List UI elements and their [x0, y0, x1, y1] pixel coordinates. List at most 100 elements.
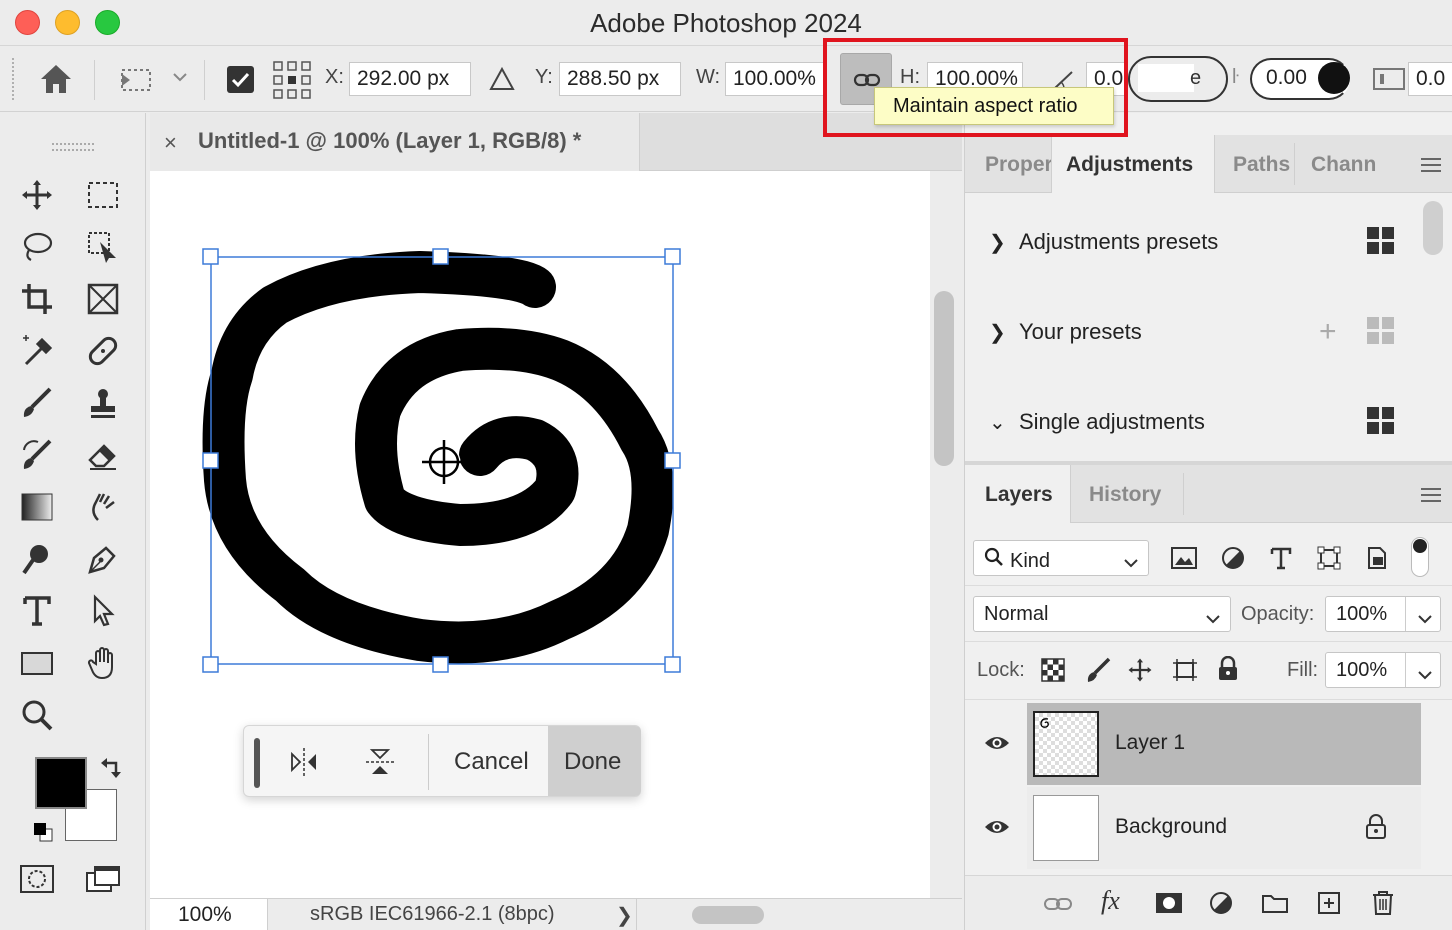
tab-layers[interactable]: Layers	[965, 465, 1071, 523]
shape-layer-filter-icon[interactable]	[1317, 546, 1341, 575]
tab-channels[interactable]: Chann	[1311, 153, 1376, 177]
chevron-down-icon[interactable]	[1418, 607, 1432, 630]
opacity-field[interactable]: 100%	[1325, 596, 1441, 632]
zoom-field[interactable]: 100%	[150, 899, 268, 930]
pen-tool-icon[interactable]	[80, 537, 126, 581]
foreground-color-swatch[interactable]	[35, 757, 87, 809]
zoom-tool-icon[interactable]	[14, 693, 60, 737]
width-field[interactable]: 100.00%	[725, 62, 826, 96]
color-profile-info[interactable]: sRGB IEC61966-2.1 (8bpc)	[310, 903, 555, 926]
your-presets-row[interactable]: ❯ Your presets	[989, 319, 1142, 345]
rectangle-tool-icon[interactable]	[14, 641, 60, 685]
move-tool-icon[interactable]	[14, 173, 60, 217]
eye-icon[interactable]	[983, 817, 1011, 842]
link-layers-icon[interactable]	[1043, 894, 1075, 919]
options-grip[interactable]	[12, 58, 15, 100]
grid-view-icon[interactable]	[1367, 317, 1395, 350]
type-tool-icon[interactable]	[14, 589, 60, 633]
lock-icon[interactable]	[1365, 814, 1387, 845]
screen-mode-icon[interactable]	[80, 857, 126, 901]
v-skew-field[interactable]: 0.0	[1408, 62, 1452, 96]
fill-field[interactable]: 100%	[1325, 652, 1441, 688]
grid-view-icon[interactable]	[1367, 227, 1395, 260]
horizontal-scroll-thumb[interactable]	[692, 906, 764, 924]
lock-image-pixels-icon[interactable]	[1085, 657, 1111, 688]
flip-horizontal-icon[interactable]	[288, 746, 320, 783]
chevron-down-icon[interactable]	[1418, 663, 1432, 686]
cancel-button[interactable]: Cancel	[454, 748, 529, 776]
eye-icon[interactable]	[983, 733, 1011, 758]
relative-position-icon[interactable]	[489, 66, 515, 97]
marquee-tool-icon[interactable]	[80, 173, 126, 217]
new-group-icon[interactable]	[1261, 892, 1289, 919]
healing-brush-tool-icon[interactable]	[80, 329, 126, 373]
eyedropper-tool-icon[interactable]	[14, 329, 60, 373]
add-mask-icon[interactable]	[1155, 892, 1183, 919]
interpolation-dropdown[interactable]: e	[1128, 56, 1228, 102]
brush-tool-icon[interactable]	[14, 381, 60, 425]
filter-toggle[interactable]	[1411, 537, 1429, 577]
default-colors-icon[interactable]	[32, 821, 54, 848]
eraser-tool-icon[interactable]	[80, 433, 126, 477]
x-position-field[interactable]: 292.00 px	[349, 62, 471, 96]
lock-artboard-icon[interactable]	[1171, 657, 1199, 688]
quick-mask-icon[interactable]	[14, 857, 60, 901]
document-tab-bar: × Untitled-1 @ 100% (Layer 1, RGB/8) *	[150, 113, 962, 171]
clone-stamp-tool-icon[interactable]	[80, 381, 126, 425]
smart-object-filter-icon[interactable]	[1365, 546, 1389, 575]
single-adjustments-row[interactable]: ⌄ Single adjustments	[989, 409, 1205, 435]
new-adjustment-layer-icon[interactable]	[1209, 891, 1233, 920]
status-menu-chevron-icon[interactable]: ❯	[616, 903, 633, 928]
tab-properties[interactable]: Proper	[985, 153, 1053, 177]
swap-colors-icon[interactable]	[100, 755, 124, 784]
fx-icon[interactable]: fx	[1101, 886, 1120, 916]
path-selection-tool-icon[interactable]	[80, 589, 126, 633]
document-tab[interactable]: × Untitled-1 @ 100% (Layer 1, RGB/8) *	[150, 113, 640, 171]
chevron-down-icon[interactable]	[172, 70, 188, 88]
close-tab-icon[interactable]: ×	[164, 130, 177, 156]
layer-row-background[interactable]: Background	[965, 787, 1421, 869]
add-preset-icon[interactable]: +	[1319, 315, 1337, 349]
filter-kind-dropdown[interactable]: Kind	[973, 540, 1149, 576]
hand-tool-icon[interactable]	[80, 641, 126, 685]
lock-position-icon[interactable]	[1127, 657, 1153, 688]
lasso-tool-icon[interactable]	[14, 225, 60, 269]
adjustments-scroll-thumb[interactable]	[1423, 201, 1443, 255]
type-layer-filter-icon[interactable]	[1269, 546, 1293, 575]
crop-tool-icon[interactable]	[14, 277, 60, 321]
adjustments-presets-row[interactable]: ❯ Adjustments presets	[989, 229, 1218, 255]
reference-point-checkbox[interactable]	[227, 66, 254, 93]
home-icon[interactable]	[38, 62, 74, 101]
canvas-area[interactable]: Cancel Done	[150, 171, 930, 898]
pixel-layer-filter-icon[interactable]	[1171, 546, 1197, 575]
smudge-tool-icon[interactable]	[80, 485, 126, 529]
toolbar-grip[interactable]	[52, 143, 94, 151]
h-skew-knob[interactable]	[1318, 62, 1350, 94]
history-brush-tool-icon[interactable]	[14, 433, 60, 477]
tab-history[interactable]: History	[1089, 483, 1161, 507]
lock-all-icon[interactable]	[1217, 655, 1239, 687]
vertical-scroll-thumb[interactable]	[934, 291, 954, 466]
transform-tool-icon[interactable]	[118, 66, 154, 99]
lock-transparent-pixels-icon[interactable]	[1041, 658, 1065, 687]
dodge-tool-icon[interactable]	[14, 537, 60, 581]
grid-view-icon[interactable]	[1367, 407, 1395, 440]
flip-vertical-icon[interactable]	[364, 746, 396, 783]
gradient-tool-icon[interactable]	[14, 485, 60, 529]
layer-row-layer-1[interactable]: Layer 1	[965, 703, 1421, 785]
adjustment-layer-filter-icon[interactable]	[1221, 546, 1245, 575]
tab-adjustments[interactable]: Adjustments	[1051, 135, 1215, 193]
blend-mode-dropdown[interactable]: Normal	[973, 596, 1231, 632]
panel-menu-icon[interactable]	[1421, 157, 1441, 178]
vertical-scrollbar[interactable]	[930, 171, 960, 898]
tab-paths[interactable]: Paths	[1233, 153, 1290, 177]
reference-point-grid-icon[interactable]	[272, 60, 312, 105]
new-layer-icon[interactable]	[1317, 891, 1341, 920]
done-button[interactable]: Done	[548, 726, 641, 796]
frame-tool-icon[interactable]	[80, 277, 126, 321]
y-position-field[interactable]: 288.50 px	[559, 62, 681, 96]
drag-handle[interactable]	[254, 738, 260, 788]
object-selection-tool-icon[interactable]	[80, 225, 126, 269]
layers-panel-menu-icon[interactable]	[1421, 487, 1441, 508]
trash-icon[interactable]	[1371, 890, 1395, 921]
